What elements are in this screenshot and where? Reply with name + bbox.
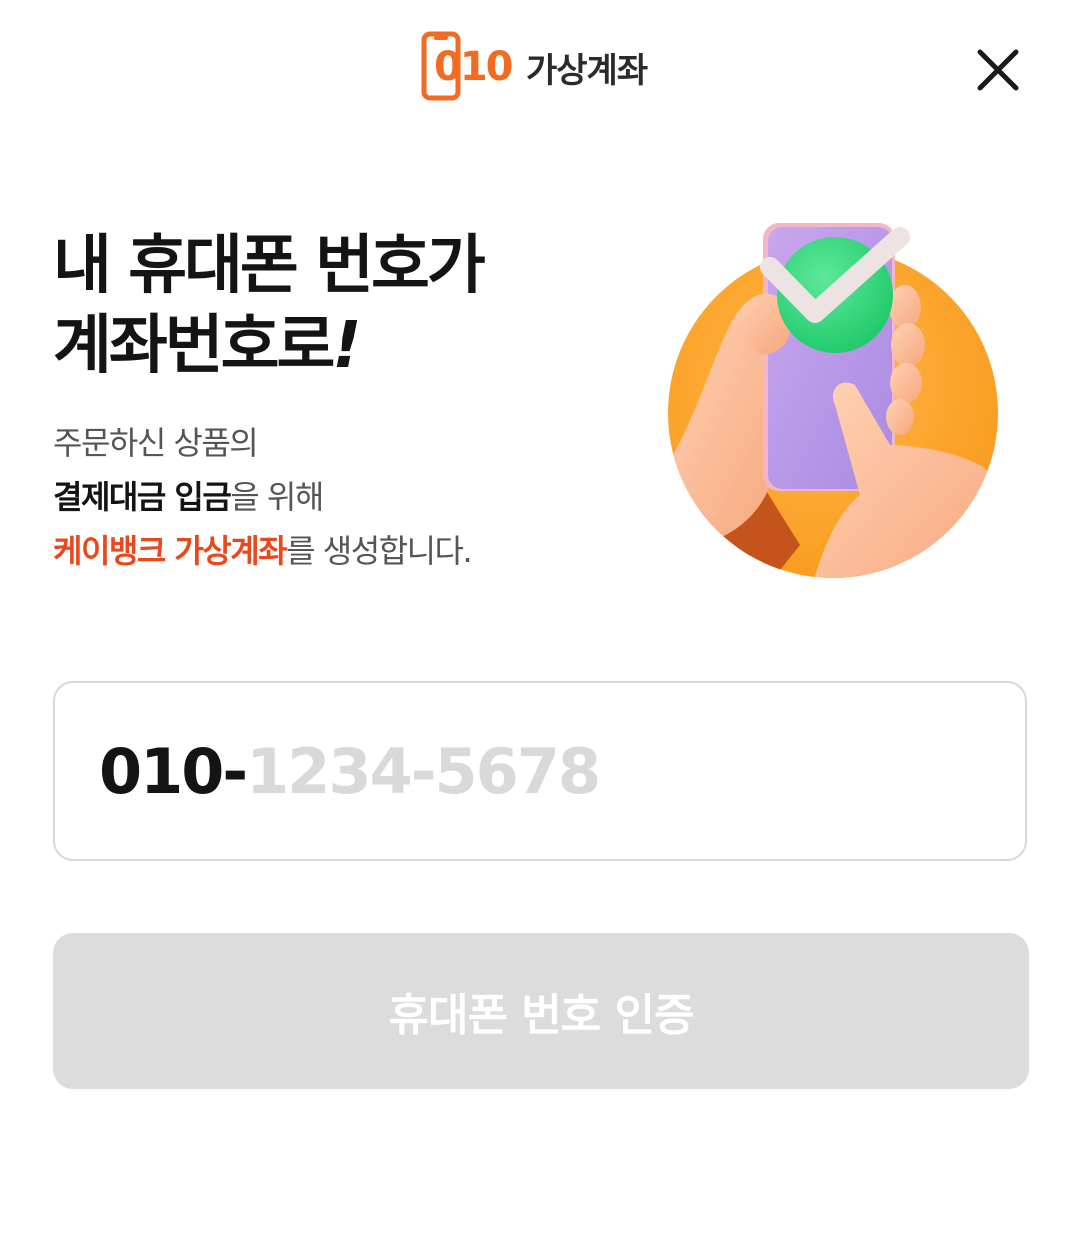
- phone-placeholder: 1234-5678: [246, 734, 601, 808]
- page-title: 내 휴대폰 번호가 계좌번호로!: [53, 226, 486, 386]
- logo-text: 가상계좌: [526, 50, 648, 91]
- desc-line1: 주문하신 상품의: [53, 424, 259, 462]
- close-button[interactable]: [968, 40, 1028, 100]
- headline-line1: 내 휴대폰 번호가: [53, 229, 486, 303]
- phone-prefix: 010-: [99, 734, 248, 808]
- close-icon[interactable]: [968, 40, 1028, 100]
- description: 주문하신 상품의 결제대금 입금을 위해 케이뱅크 가상계좌를 생성합니다.: [53, 416, 473, 578]
- app-logo: 010 가상계좌: [420, 30, 648, 104]
- headline-line2: 계좌번호로: [53, 309, 335, 383]
- page: 010 가상계좌 내 휴대폰 번호가 계좌번호로! 주문하신 상품의 결제대금 …: [0, 0, 1080, 1247]
- desc-line3: 케이뱅크 가상계좌를 생성합니다.: [53, 524, 473, 578]
- desc-strong: 결제대금 입금: [53, 478, 232, 516]
- phone-number-input[interactable]: 010- 1234-5678: [53, 681, 1027, 861]
- desc-accent: 케이뱅크 가상계좌: [53, 532, 288, 570]
- desc-line2: 결제대금 입금을 위해: [53, 470, 471, 524]
- headline-exclaim: !: [332, 309, 361, 383]
- desc-line3-rest: 를 생성합니다.: [286, 532, 472, 570]
- logo-phone-icon: 010: [421, 31, 514, 101]
- desc-line2-rest: 을 위해: [230, 478, 324, 516]
- verify-phone-button[interactable]: 휴대폰 번호 인증: [53, 933, 1029, 1089]
- phone-check-hands-illustration: [660, 215, 1005, 585]
- logo-number: 010: [434, 44, 512, 90]
